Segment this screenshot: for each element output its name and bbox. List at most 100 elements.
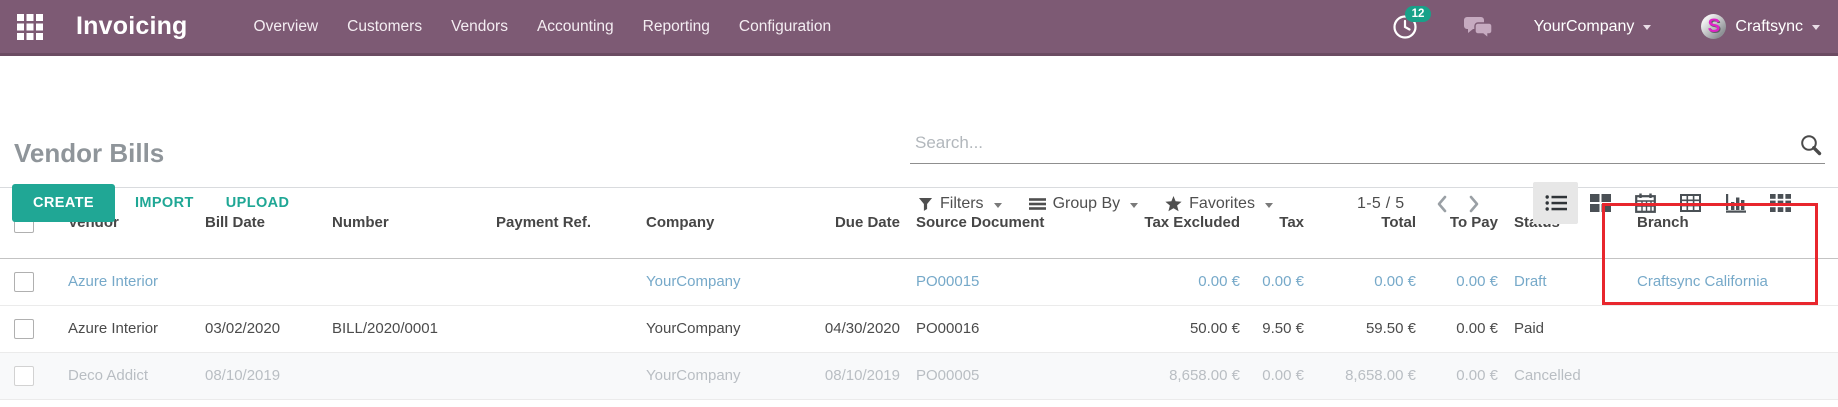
cell-tax[interactable]: 0.00 € bbox=[1248, 352, 1312, 399]
cell-to-pay[interactable]: 0.00 € bbox=[1424, 352, 1506, 399]
row-checkbox[interactable] bbox=[14, 366, 34, 386]
view-pivot-button[interactable] bbox=[1668, 182, 1713, 224]
user-menu[interactable]: S Craftsync bbox=[1701, 14, 1820, 39]
company-name: YourCompany bbox=[1534, 18, 1635, 36]
group-by-label: Group By bbox=[1053, 195, 1121, 213]
search-box bbox=[910, 128, 1825, 164]
cell-tax[interactable]: 9.50 € bbox=[1248, 305, 1312, 352]
table-row[interactable]: Deco Addict 08/10/2019 YourCompany 08/10… bbox=[0, 352, 1838, 399]
cell-status[interactable]: Cancelled bbox=[1506, 352, 1620, 399]
search-options: Filters Group By Favorites bbox=[918, 184, 1273, 224]
cell-status[interactable]: Paid bbox=[1506, 305, 1620, 352]
funnel-icon bbox=[918, 197, 933, 212]
cell-number[interactable]: BILL/2020/0001 bbox=[324, 305, 488, 352]
notification-badge: 12 bbox=[1405, 6, 1432, 23]
chevron-down-icon bbox=[1130, 203, 1138, 208]
user-name: Craftsync bbox=[1735, 18, 1803, 36]
cell-tax[interactable]: 0.00 € bbox=[1248, 258, 1312, 305]
cell-tax-excluded[interactable]: 8,658.00 € bbox=[1085, 352, 1248, 399]
import-button[interactable]: IMPORT bbox=[135, 195, 194, 211]
column-due-date[interactable]: Due Date bbox=[788, 188, 908, 258]
cell-number[interactable] bbox=[324, 352, 488, 399]
cell-payment-ref[interactable] bbox=[488, 305, 638, 352]
cell-due-date[interactable] bbox=[788, 258, 908, 305]
menu-vendors[interactable]: Vendors bbox=[451, 18, 508, 36]
cell-payment-ref[interactable] bbox=[488, 352, 638, 399]
menu-accounting[interactable]: Accounting bbox=[537, 18, 614, 36]
column-number[interactable]: Number bbox=[324, 188, 488, 258]
cell-total[interactable]: 8,658.00 € bbox=[1312, 352, 1424, 399]
view-calendar-button[interactable] bbox=[1623, 182, 1668, 224]
kanban-view-icon bbox=[1590, 194, 1611, 212]
page-title: Vendor Bills bbox=[14, 138, 164, 169]
cell-vendor[interactable]: Azure Interior bbox=[60, 305, 197, 352]
view-kanban-button[interactable] bbox=[1578, 182, 1623, 224]
cell-bill-date[interactable] bbox=[197, 258, 324, 305]
cell-bill-date[interactable]: 08/10/2019 bbox=[197, 352, 324, 399]
create-button[interactable]: CREATE bbox=[12, 184, 115, 222]
cell-bill-date[interactable]: 03/02/2020 bbox=[197, 305, 324, 352]
cell-due-date[interactable]: 08/10/2019 bbox=[788, 352, 908, 399]
cell-total[interactable]: 59.50 € bbox=[1312, 305, 1424, 352]
cell-source-document[interactable]: PO00005 bbox=[908, 352, 1085, 399]
cell-vendor[interactable]: Deco Addict bbox=[60, 352, 197, 399]
pager-previous-button[interactable] bbox=[1426, 195, 1458, 213]
row-select-cell bbox=[0, 352, 60, 399]
cell-number[interactable] bbox=[324, 258, 488, 305]
group-by-dropdown[interactable]: Group By bbox=[1029, 195, 1139, 213]
menu-customers[interactable]: Customers bbox=[347, 18, 422, 36]
cell-company[interactable]: YourCompany bbox=[638, 258, 788, 305]
messages-button[interactable] bbox=[1464, 14, 1494, 39]
apps-grid-icon bbox=[17, 14, 43, 40]
top-navbar: Invoicing Overview Customers Vendors Acc… bbox=[0, 0, 1838, 56]
column-company[interactable]: Company bbox=[638, 188, 788, 258]
pager-next-button[interactable] bbox=[1458, 195, 1490, 213]
menu-overview[interactable]: Overview bbox=[254, 18, 319, 36]
cell-payment-ref[interactable] bbox=[488, 258, 638, 305]
cell-source-document[interactable]: PO00015 bbox=[908, 258, 1085, 305]
cell-company[interactable]: YourCompany bbox=[638, 352, 788, 399]
star-icon bbox=[1165, 196, 1182, 212]
pager-range: 1-5 / 5 bbox=[1357, 195, 1404, 213]
favorites-dropdown[interactable]: Favorites bbox=[1165, 195, 1273, 213]
pivot-view-icon bbox=[1680, 194, 1701, 212]
company-switcher[interactable]: YourCompany bbox=[1534, 18, 1652, 36]
cell-vendor[interactable]: Azure Interior bbox=[60, 258, 197, 305]
avatar: S bbox=[1701, 14, 1726, 39]
table-row[interactable]: Azure Interior 03/02/2020 BILL/2020/0001… bbox=[0, 305, 1838, 352]
row-checkbox[interactable] bbox=[14, 319, 34, 339]
row-checkbox[interactable] bbox=[14, 272, 34, 292]
cell-due-date[interactable]: 04/30/2020 bbox=[788, 305, 908, 352]
upload-button[interactable]: UPLOAD bbox=[226, 195, 290, 211]
cell-total[interactable]: 0.00 € bbox=[1312, 258, 1424, 305]
cell-source-document[interactable]: PO00016 bbox=[908, 305, 1085, 352]
cell-company[interactable]: YourCompany bbox=[638, 305, 788, 352]
chevron-down-icon bbox=[1643, 25, 1651, 30]
activities-button[interactable]: 12 bbox=[1392, 14, 1418, 40]
cell-to-pay[interactable]: 0.00 € bbox=[1424, 258, 1506, 305]
apps-menu-button[interactable] bbox=[16, 13, 44, 41]
cell-branch[interactable] bbox=[1620, 305, 1838, 352]
search-icon[interactable] bbox=[1799, 133, 1823, 157]
menu-configuration[interactable]: Configuration bbox=[739, 18, 831, 36]
cell-to-pay[interactable]: 0.00 € bbox=[1424, 305, 1506, 352]
filters-dropdown[interactable]: Filters bbox=[918, 195, 1002, 213]
cell-tax-excluded[interactable]: 50.00 € bbox=[1085, 305, 1248, 352]
table-row[interactable]: Azure Interior YourCompany PO00015 0.00 … bbox=[0, 258, 1838, 305]
view-graph-button[interactable] bbox=[1713, 182, 1758, 224]
column-payment-ref[interactable]: Payment Ref. bbox=[488, 188, 638, 258]
calendar-view-icon bbox=[1635, 193, 1656, 213]
chevron-down-icon bbox=[994, 203, 1002, 208]
view-switcher bbox=[1533, 182, 1803, 224]
search-input[interactable] bbox=[910, 128, 1825, 164]
cell-branch[interactable] bbox=[1620, 352, 1838, 399]
app-title[interactable]: Invoicing bbox=[76, 12, 188, 41]
chat-bubbles-icon bbox=[1464, 14, 1494, 39]
menu-reporting[interactable]: Reporting bbox=[643, 18, 710, 36]
view-activity-button[interactable] bbox=[1758, 182, 1803, 224]
cell-tax-excluded[interactable]: 0.00 € bbox=[1085, 258, 1248, 305]
cell-status[interactable]: Draft bbox=[1506, 258, 1620, 305]
view-list-button[interactable] bbox=[1533, 182, 1578, 224]
chevron-down-icon bbox=[1265, 203, 1273, 208]
cell-branch[interactable]: Craftsync California bbox=[1620, 258, 1838, 305]
